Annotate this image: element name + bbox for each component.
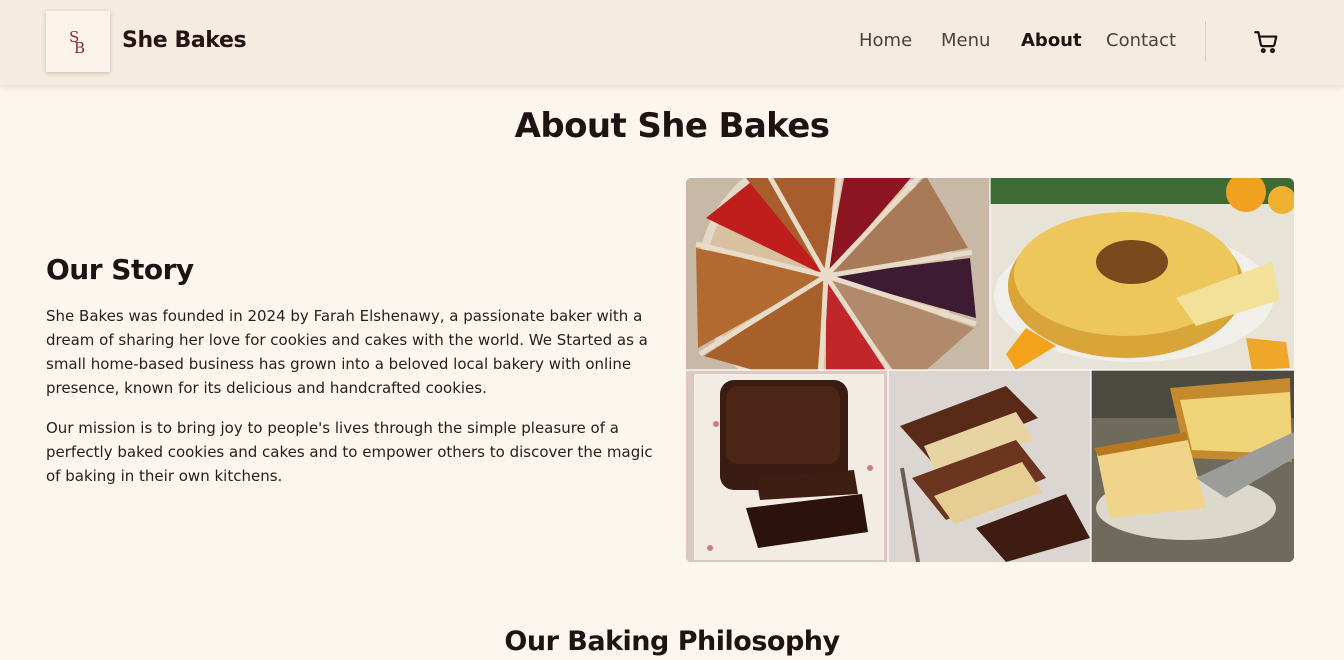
nav-link-menu[interactable]: Menu — [941, 29, 990, 53]
marble-cake-photo — [888, 370, 1091, 562]
cake-photo-collage — [686, 178, 1294, 562]
svg-text:B: B — [74, 39, 85, 57]
mission-paragraph: Our mission is to bring joy to people's … — [46, 419, 653, 485]
page-title: About She Bakes — [514, 106, 830, 146]
shopping-cart-icon — [1254, 31, 1278, 54]
nav-link-about[interactable]: About — [1021, 29, 1082, 53]
orange-bundt-cake-photo — [990, 178, 1294, 370]
story-paragraph: She Bakes was founded in 2024 by Farah E… — [46, 307, 648, 397]
logo[interactable]: S B — [46, 11, 110, 72]
brand-name[interactable]: She Bakes — [122, 26, 247, 55]
nav-divider — [1205, 21, 1206, 61]
philosophy-heading: Our Baking Philosophy — [504, 626, 840, 657]
nav-link-contact[interactable]: Contact — [1106, 29, 1176, 53]
site-header: S B She Bakes Home Menu About Contact — [0, 0, 1344, 85]
cart-button[interactable] — [1253, 29, 1279, 55]
logo-monogram-icon: S B — [69, 28, 85, 57]
orange-loaf-photo — [1091, 370, 1294, 562]
story-heading: Our Story — [46, 253, 194, 286]
chocolate-loaf-photo — [686, 370, 888, 562]
nav-link-home[interactable]: Home — [859, 29, 912, 53]
